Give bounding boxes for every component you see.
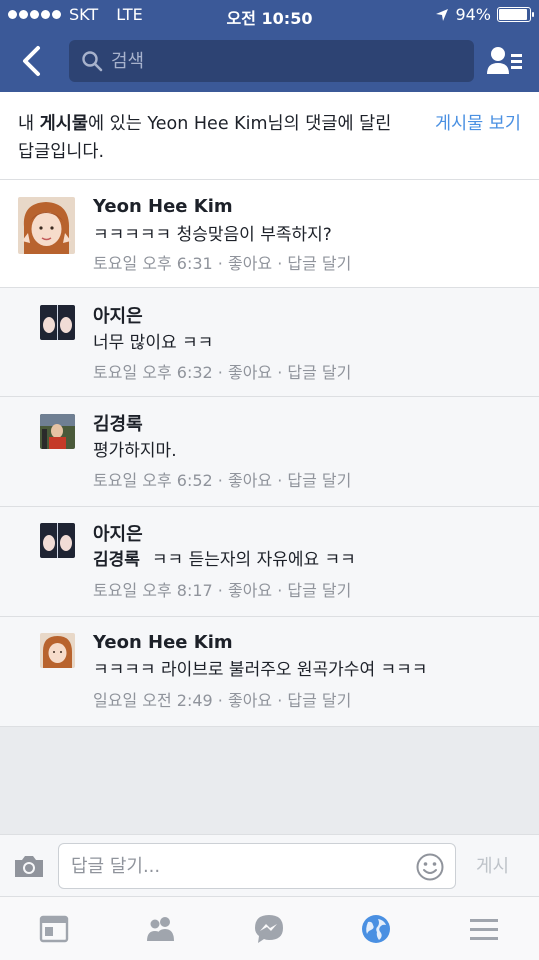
bottom-tab-bar: [0, 896, 539, 960]
post-button[interactable]: 게시: [476, 852, 509, 878]
avatar[interactable]: [40, 305, 75, 340]
notice-post-word[interactable]: 게시물: [40, 114, 88, 134]
notice-text: 내 게시물에 있는 Yeon Hee Kim님의 댓글에 달린 답글입니다.: [18, 110, 413, 166]
commenter-name[interactable]: Yeon Hee Kim: [93, 632, 233, 653]
comment-time: 일요일 오전 2:49: [93, 691, 213, 710]
messenger-icon[interactable]: [251, 911, 287, 947]
status-bar: SKT LTE 오전 10:50 94%: [0, 0, 539, 30]
camera-icon[interactable]: [12, 852, 46, 880]
like-link[interactable]: 좋아요: [228, 691, 272, 710]
comment-meta: 토요일 오후 6:52 · 좋아요 · 답글 달기: [93, 471, 352, 490]
avatar[interactable]: [40, 523, 75, 558]
view-post-link[interactable]: 게시물 보기: [435, 110, 521, 138]
like-link[interactable]: 좋아요: [228, 581, 272, 600]
back-arrow-icon[interactable]: [18, 44, 48, 78]
comment-text: 김경록 ㅋㅋ 듣는자의 자유에요 ㅋㅋ: [93, 545, 356, 570]
avatar[interactable]: [40, 414, 75, 449]
search-bar[interactable]: [69, 40, 474, 82]
avatar[interactable]: [18, 197, 75, 254]
reply-field[interactable]: [58, 843, 456, 889]
comment-time: 토요일 오후 6:32: [93, 363, 213, 382]
commenter-name[interactable]: 김경록: [93, 410, 143, 436]
reply-link[interactable]: 답글 달기: [287, 471, 351, 490]
comment-text: ㅋㅋㅋㅋ 라이브로 불러주오 원곡가수여 ㅋㅋㅋ: [93, 660, 428, 680]
emoji-smiley-icon[interactable]: [415, 852, 445, 882]
avatar[interactable]: [40, 633, 75, 668]
comment-text: 너무 많이요 ㅋㅋ: [93, 333, 214, 353]
reply-composer: 게시: [0, 834, 539, 896]
empty-area: [0, 727, 539, 834]
comment-text-body: ㅋㅋ 듣는자의 자유에요 ㅋㅋ: [151, 550, 356, 570]
comment-meta: 토요일 오후 8:17 · 좋아요 · 답글 달기: [93, 581, 352, 600]
comment-meta: 토요일 오후 6:32 · 좋아요 · 답글 달기: [93, 363, 352, 382]
comment-item: Yeon Hee Kim ㅋㅋㅋㅋㅋ 청승맞음이 부족하지? 토요일 오후 6:…: [0, 180, 539, 288]
commenter-name[interactable]: Yeon Hee Kim: [93, 196, 233, 217]
like-link[interactable]: 좋아요: [228, 363, 272, 382]
reply-item: 아지은 김경록 ㅋㅋ 듣는자의 자유에요 ㅋㅋ 토요일 오후 8:17 · 좋아요…: [0, 507, 539, 617]
comment-meta: 일요일 오전 2:49 · 좋아요 · 답글 달기: [93, 691, 352, 710]
comment-text: ㅋㅋㅋㅋㅋ 청승맞음이 부족하지?: [93, 225, 332, 245]
reply-item: 김경록 평가하지마. 토요일 오후 6:52 · 좋아요 · 답글 달기: [0, 397, 539, 507]
reply-input[interactable]: [71, 855, 401, 877]
search-input[interactable]: [111, 50, 451, 72]
news-feed-icon[interactable]: [36, 911, 72, 947]
reply-item: 아지은 너무 많이요 ㅋㅋ 토요일 오후 6:32 · 좋아요 · 답글 달기: [0, 288, 539, 397]
location-arrow-icon: [436, 8, 449, 21]
commenter-name[interactable]: 아지은: [93, 302, 143, 328]
battery-icon: [497, 7, 534, 22]
like-link[interactable]: 좋아요: [228, 471, 272, 490]
comment-meta: 토요일 오후 6:31 · 좋아요 · 답글 달기: [93, 254, 352, 273]
menu-icon[interactable]: [466, 911, 502, 947]
notifications-globe-icon[interactable]: [358, 911, 394, 947]
battery-percent: 94%: [455, 5, 491, 24]
reply-item: Yeon Hee Kim ㅋㅋㅋㅋ 라이브로 불러주오 원곡가수여 ㅋㅋㅋ 일요…: [0, 617, 539, 727]
top-bar: SKT LTE 오전 10:50 94%: [0, 0, 539, 92]
reply-link[interactable]: 답글 달기: [287, 581, 351, 600]
mention-tag[interactable]: 김경록: [93, 550, 140, 570]
comment-text: 평가하지마.: [93, 441, 177, 461]
reply-link[interactable]: 답글 달기: [287, 363, 351, 382]
friends-icon[interactable]: [143, 911, 179, 947]
like-link[interactable]: 좋아요: [228, 254, 272, 273]
friend-requests-icon[interactable]: [486, 44, 524, 78]
search-icon: [82, 51, 103, 72]
notice-prefix: 내: [18, 114, 40, 134]
comment-time: 토요일 오후 6:52: [93, 471, 213, 490]
comment-time: 토요일 오후 6:31: [93, 254, 213, 273]
reply-context-notice: 내 게시물에 있는 Yeon Hee Kim님의 댓글에 달린 답글입니다. 게…: [0, 92, 539, 180]
reply-link[interactable]: 답글 달기: [287, 691, 351, 710]
reply-link[interactable]: 답글 달기: [287, 254, 351, 273]
commenter-name[interactable]: 아지은: [93, 520, 143, 546]
comment-time: 토요일 오후 8:17: [93, 581, 213, 600]
